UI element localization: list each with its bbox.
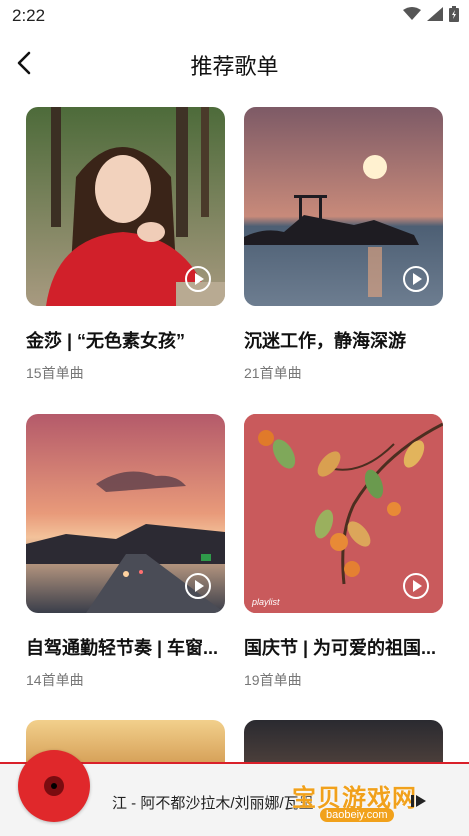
playlist-name: 金莎 | “无色素女孩” (26, 331, 186, 351)
status-bar: 2:22 (0, 0, 469, 32)
battery-icon (449, 6, 459, 22)
playlist-name: 自驾通勤轻节奏 | 车窗... (26, 638, 219, 658)
mini-player[interactable]: 江 - 阿不都沙拉木/刘丽娜/瓦里 宝贝游戏网 baobeiy.com (0, 750, 469, 836)
play-button[interactable] (403, 266, 429, 292)
playlist-cover[interactable] (26, 107, 225, 306)
header: 推荐歌单 (0, 40, 469, 86)
wifi-icon (403, 7, 421, 20)
playlist-count: 15首单曲 (26, 365, 84, 381)
play-button[interactable] (185, 573, 211, 599)
playlist-control-icon[interactable] (408, 790, 430, 812)
status-icons (403, 6, 459, 22)
playlist-card[interactable] (244, 720, 443, 762)
status-time: 2:22 (12, 6, 46, 25)
play-button[interactable] (403, 573, 429, 599)
playlist-cover[interactable]: playlist (244, 414, 443, 613)
vinyl-disc-icon[interactable] (18, 750, 90, 822)
signal-icon (427, 7, 443, 21)
playlist-cover[interactable] (244, 107, 443, 306)
play-button[interactable] (185, 266, 211, 292)
watermark-url: baobeiy.com (320, 808, 394, 822)
playlist-count: 14首单曲 (26, 672, 84, 688)
playlist-count: 21首单曲 (244, 365, 302, 381)
playlist-watermark-text: playlist (252, 597, 280, 607)
playlist-name: 沉迷工作，静海深游 (244, 331, 406, 351)
disc-hole (51, 783, 57, 789)
playlist-name: 国庆节 | 为可爱的祖国... (244, 638, 437, 658)
playlist-cover[interactable] (26, 414, 225, 613)
playlist-cover[interactable] (244, 720, 443, 762)
playlist-count: 19首单曲 (244, 672, 302, 688)
page-title: 推荐歌单 (190, 54, 279, 79)
